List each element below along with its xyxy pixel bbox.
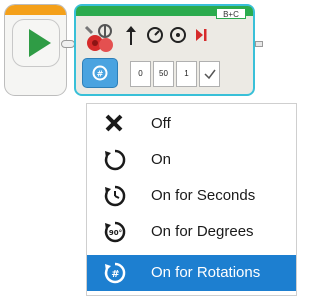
brake-toggle[interactable]: [199, 61, 220, 87]
start-block-body: [12, 19, 60, 67]
move-tank-block[interactable]: B+C # 0 50 1: [74, 4, 255, 96]
menu-item-label: On for Degrees: [151, 223, 254, 240]
brake-at-end-icon: [196, 29, 207, 41]
steering-value[interactable]: 0: [130, 61, 151, 87]
play-icon[interactable]: [29, 29, 51, 57]
x-icon: [105, 114, 123, 132]
menu-item-label: On: [151, 151, 172, 168]
mode-selector-button[interactable]: #: [82, 58, 118, 88]
power-gauge-icon: [147, 27, 163, 43]
start-block[interactable]: [4, 4, 67, 96]
menu-item-on[interactable]: On: [87, 142, 296, 178]
start-block-header: [5, 5, 66, 15]
sequence-connector: [61, 40, 75, 48]
menu-item-label: On for Rotations: [151, 264, 261, 281]
power-value[interactable]: 50: [153, 61, 174, 87]
menu-item-on-for-degrees[interactable]: 90° On for Degrees: [87, 214, 296, 250]
rotations-icon: #: [104, 262, 126, 284]
degrees-icon: 90°: [104, 221, 126, 243]
mode-dropdown-menu: Off On On for Seconds 90° On for Degrees…: [86, 103, 297, 296]
menu-item-label: On for Seconds: [151, 187, 256, 204]
svg-text:#: #: [97, 70, 104, 79]
svg-text:#: #: [111, 269, 119, 280]
steering-direction-icon: [126, 26, 136, 45]
rotations-value[interactable]: 1: [176, 61, 197, 87]
rotations-param-icon: [170, 27, 186, 43]
on-icon: [104, 149, 126, 171]
output-peg: [255, 41, 263, 47]
menu-item-on-for-rotations[interactable]: # On for Rotations: [87, 255, 296, 291]
menu-item-off[interactable]: Off: [87, 106, 296, 142]
port-selector[interactable]: B+C: [216, 8, 246, 19]
menu-item-label: Off: [151, 115, 171, 132]
svg-text:90°: 90°: [109, 229, 122, 237]
rotations-icon: #: [92, 65, 108, 81]
timer-icon: [104, 185, 126, 207]
menu-item-on-for-seconds[interactable]: On for Seconds: [87, 178, 296, 214]
tank-motor-icon: [84, 24, 113, 52]
check-icon: [203, 69, 216, 80]
